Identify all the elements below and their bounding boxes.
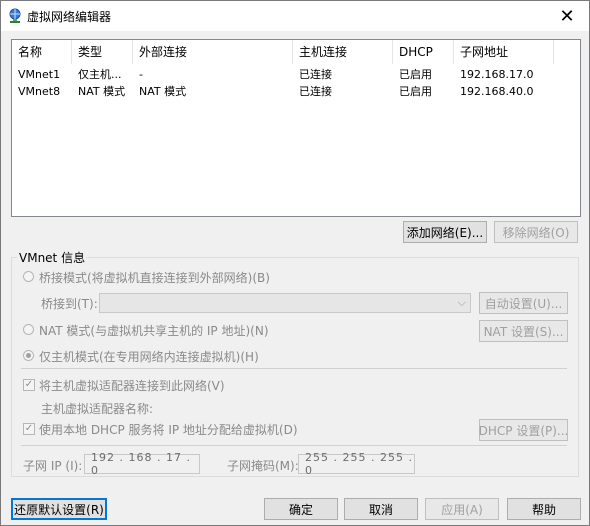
bridged-mode-radio[interactable] <box>23 271 34 282</box>
window-title: 虚拟网络编辑器 <box>27 10 112 24</box>
nat-mode-radio[interactable] <box>23 324 34 335</box>
apply-button[interactable]: 应用(A) <box>425 498 499 520</box>
close-icon: ✕ <box>559 5 575 27</box>
add-network-button[interactable]: 添加网络(E)... <box>403 221 487 243</box>
divider <box>21 368 567 369</box>
divider <box>21 445 567 446</box>
help-button[interactable]: 帮助 <box>507 498 581 520</box>
column-header-dhcp[interactable]: DHCP <box>393 40 454 64</box>
nat-settings-button[interactable]: NAT 设置(S)... <box>479 320 568 342</box>
title-bar: 虚拟网络编辑器 ✕ <box>1 1 589 31</box>
column-header-host[interactable]: 主机连接 <box>293 40 393 64</box>
bridged-to-select[interactable]: ⌵ <box>99 293 471 313</box>
vmnet-info-label: VMnet 信息 <box>17 249 88 266</box>
adapter-name-label: 主机虚拟适配器名称: <box>41 402 154 416</box>
remove-network-button[interactable]: 移除网络(O) <box>494 221 578 243</box>
ok-button[interactable]: 确定 <box>264 498 338 520</box>
restore-defaults-button[interactable]: 还原默认设置(R) <box>11 498 107 520</box>
host-only-mode-label: 仅主机模式(在专用网络内连接虚拟机)(H) <box>39 350 259 364</box>
cell-subnet: 192.168.40.0 <box>460 85 534 98</box>
close-button[interactable]: ✕ <box>545 1 589 31</box>
column-header-subnet[interactable]: 子网地址 <box>454 40 554 64</box>
use-dhcp-checkbox[interactable]: ✓ <box>23 423 35 435</box>
subnet-mask-label: 子网掩码(M): <box>227 459 299 473</box>
column-header-type[interactable]: 类型 <box>72 40 133 64</box>
auto-settings-button[interactable]: 自动设置(U)... <box>479 292 568 314</box>
cell-name: VMnet1 <box>18 68 61 81</box>
network-globe-icon <box>9 8 21 23</box>
column-header-name[interactable]: 名称 <box>12 40 72 64</box>
subnet-ip-label: 子网 IP (I): <box>23 459 83 473</box>
connect-adapter-checkbox[interactable]: ✓ <box>23 379 35 391</box>
dhcp-settings-button[interactable]: DHCP 设置(P)... <box>479 419 568 441</box>
column-header-external[interactable]: 外部连接 <box>133 40 293 64</box>
cell-name: VMnet8 <box>18 85 61 98</box>
cell-type: NAT 模式 <box>78 85 126 98</box>
table-row[interactable]: VMnet1 仅主机... - 已连接 已启用 192.168.17.0 <box>12 66 580 83</box>
connect-adapter-label: 将主机虚拟适配器连接到此网络(V) <box>39 379 225 393</box>
host-only-mode-radio[interactable] <box>23 350 34 361</box>
cell-type: 仅主机... <box>78 68 122 81</box>
subnet-mask-input[interactable]: 255 . 255 . 255 . 0 <box>298 451 415 477</box>
cell-host: 已连接 <box>299 68 332 81</box>
bridged-to-label: 桥接到(T): <box>41 297 98 311</box>
network-list[interactable]: 名称 类型 外部连接 主机连接 DHCP 子网地址 VMnet1 仅主机... … <box>11 39 581 217</box>
cell-subnet: 192.168.17.0 <box>460 68 534 81</box>
use-dhcp-label: 使用本地 DHCP 服务将 IP 地址分配给虚拟机(D) <box>39 423 298 437</box>
table-row[interactable]: VMnet8 NAT 模式 NAT 模式 已连接 已启用 192.168.40.… <box>12 83 580 100</box>
bridged-mode-label: 桥接模式(将虚拟机直接连接到外部网络)(B) <box>39 271 270 285</box>
nat-mode-label: NAT 模式(与虚拟机共享主机的 IP 地址)(N) <box>39 324 269 338</box>
cell-external: - <box>139 68 143 81</box>
subnet-ip-input[interactable]: 192 . 168 . 17 . 0 <box>84 451 200 477</box>
virtual-network-editor-window: 虚拟网络编辑器 ✕ 名称 类型 外部连接 主机连接 DHCP 子网地址 VMne… <box>0 0 590 526</box>
chevron-down-icon: ⌵ <box>457 296 466 309</box>
vmnet-info-group <box>11 257 579 477</box>
list-header: 名称 类型 外部连接 主机连接 DHCP 子网地址 <box>12 40 580 64</box>
cell-external: NAT 模式 <box>139 85 187 98</box>
cell-dhcp: 已启用 <box>399 85 432 98</box>
cancel-button[interactable]: 取消 <box>344 498 418 520</box>
cell-dhcp: 已启用 <box>399 68 432 81</box>
cell-host: 已连接 <box>299 85 332 98</box>
